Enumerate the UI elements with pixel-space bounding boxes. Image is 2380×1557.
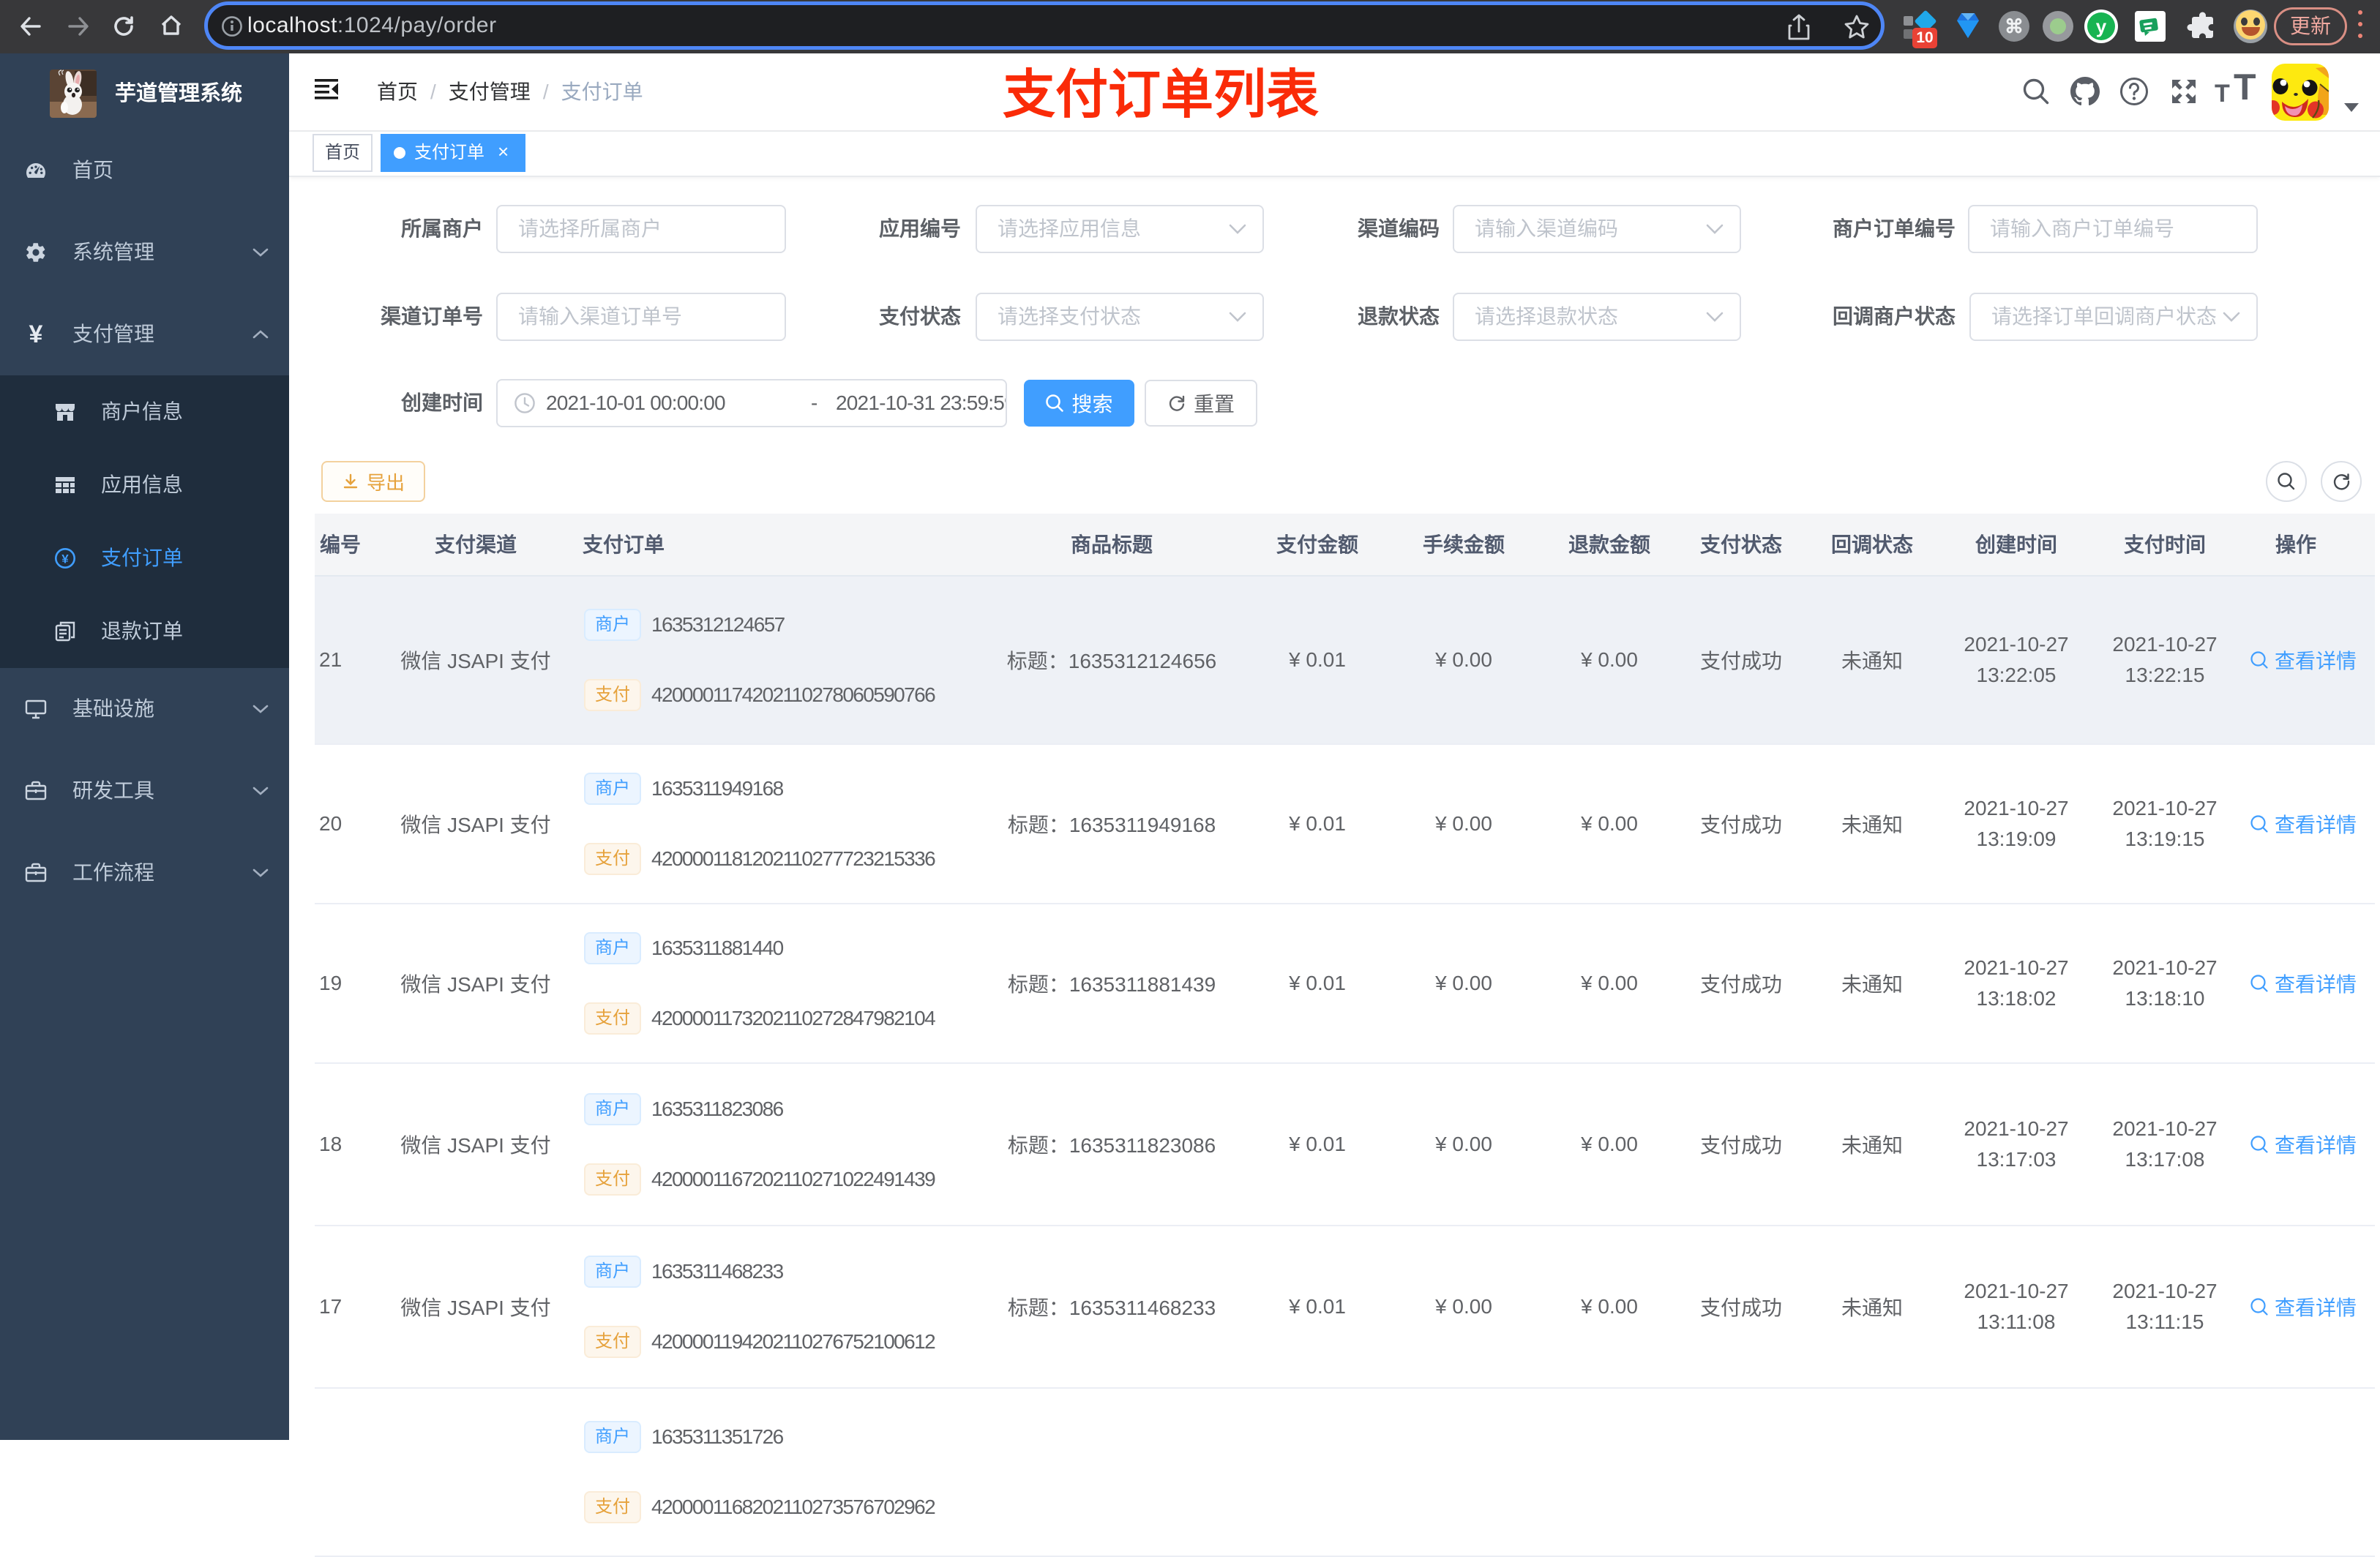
- svg-text:¥: ¥: [61, 552, 69, 566]
